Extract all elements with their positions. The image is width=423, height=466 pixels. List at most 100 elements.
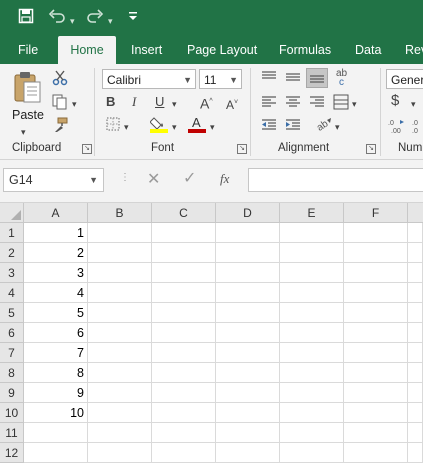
- orientation-dropdown-icon[interactable]: ▾: [335, 119, 340, 135]
- copy-dropdown-icon[interactable]: ▾: [72, 96, 77, 112]
- grid-cell[interactable]: [280, 343, 344, 363]
- row-header[interactable]: 3: [0, 263, 24, 283]
- grid-cell[interactable]: [216, 243, 280, 263]
- grid-cell[interactable]: [88, 323, 152, 343]
- grid-cell[interactable]: [88, 423, 152, 443]
- column-header[interactable]: F: [344, 203, 408, 223]
- grid-cell[interactable]: [408, 323, 423, 343]
- increase-decimal-icon[interactable]: .0.00: [388, 118, 408, 138]
- grid-cell[interactable]: [152, 403, 216, 423]
- row-header[interactable]: 8: [0, 363, 24, 383]
- grid-cell[interactable]: [280, 443, 344, 463]
- grid-cell[interactable]: [280, 403, 344, 423]
- decrease-decimal-icon[interactable]: .0.0: [412, 118, 423, 138]
- currency-dropdown-icon[interactable]: ▾: [411, 96, 416, 112]
- paste-icon[interactable]: [12, 70, 42, 108]
- tab-home[interactable]: Home: [58, 36, 116, 64]
- grid-cell[interactable]: [344, 303, 408, 323]
- fill-color-icon[interactable]: [149, 115, 168, 137]
- grid-cell[interactable]: [152, 303, 216, 323]
- font-color-dropdown-icon[interactable]: ▾: [210, 119, 215, 135]
- grid-cell[interactable]: [216, 383, 280, 403]
- grid-cell[interactable]: [344, 363, 408, 383]
- grid-cell[interactable]: [344, 283, 408, 303]
- row-header[interactable]: 5: [0, 303, 24, 323]
- font-name-dropdown[interactable]: Calibri ▼: [102, 69, 196, 89]
- grid-cell[interactable]: 1: [24, 223, 88, 243]
- column-header[interactable]: E: [280, 203, 344, 223]
- row-header[interactable]: 11: [0, 423, 24, 443]
- font-launcher-icon[interactable]: ↘: [237, 144, 247, 154]
- grid-cell[interactable]: [152, 323, 216, 343]
- align-left-icon[interactable]: [261, 95, 277, 113]
- grid-cell[interactable]: 6: [24, 323, 88, 343]
- grid-cell[interactable]: [88, 343, 152, 363]
- chevron-down-icon[interactable]: ▼: [89, 169, 98, 191]
- grid-cell[interactable]: [408, 403, 423, 423]
- grid-cell[interactable]: [344, 323, 408, 343]
- grid-cell[interactable]: [216, 303, 280, 323]
- increase-indent-icon[interactable]: [285, 118, 301, 136]
- cancel-icon[interactable]: ✕: [147, 172, 160, 188]
- borders-dropdown-icon[interactable]: ▾: [124, 119, 129, 135]
- grid-cell[interactable]: [88, 223, 152, 243]
- fill-color-dropdown-icon[interactable]: ▾: [172, 119, 177, 135]
- format-painter-icon[interactable]: [52, 117, 68, 137]
- grid-cell[interactable]: [280, 223, 344, 243]
- cut-icon[interactable]: [52, 70, 68, 90]
- grid-cell[interactable]: [280, 243, 344, 263]
- grid-cell[interactable]: 2: [24, 243, 88, 263]
- grid-cell[interactable]: [344, 223, 408, 243]
- grid-cell[interactable]: [280, 303, 344, 323]
- grid-cell[interactable]: [408, 443, 423, 463]
- undo-dropdown-icon[interactable]: ▾: [70, 12, 75, 30]
- row-header[interactable]: 10: [0, 403, 24, 423]
- wrap-text-icon[interactable]: [333, 94, 349, 114]
- grid-cell[interactable]: [152, 263, 216, 283]
- align-center-icon[interactable]: [285, 95, 301, 113]
- grid-cell[interactable]: [24, 443, 88, 463]
- tab-insert[interactable]: Insert: [131, 36, 162, 64]
- grid-cell[interactable]: [344, 443, 408, 463]
- grid-cell[interactable]: [88, 383, 152, 403]
- underline-dropdown-icon[interactable]: ▾: [172, 96, 177, 112]
- column-header[interactable]: [408, 203, 423, 223]
- grid-cell[interactable]: [344, 243, 408, 263]
- grid-cell[interactable]: [88, 283, 152, 303]
- clipboard-launcher-icon[interactable]: ↘: [82, 144, 92, 154]
- grid-cell[interactable]: [216, 403, 280, 423]
- grid-cell[interactable]: [408, 383, 423, 403]
- grid-cell[interactable]: [24, 423, 88, 443]
- row-header[interactable]: 7: [0, 343, 24, 363]
- grid-cell[interactable]: [216, 263, 280, 283]
- column-header[interactable]: A: [24, 203, 88, 223]
- currency-button[interactable]: $: [391, 93, 399, 109]
- grid-cell[interactable]: [344, 263, 408, 283]
- text-direction-icon[interactable]: ab: [315, 116, 333, 136]
- align-right-icon[interactable]: [309, 95, 325, 113]
- enter-icon[interactable]: ✓: [183, 171, 196, 187]
- grid-cell[interactable]: [216, 343, 280, 363]
- grid-cell[interactable]: [216, 443, 280, 463]
- column-header[interactable]: B: [88, 203, 152, 223]
- row-header[interactable]: 9: [0, 383, 24, 403]
- top-align-icon[interactable]: [261, 70, 277, 88]
- grid-cell[interactable]: [88, 363, 152, 383]
- name-box[interactable]: G14 ▼: [3, 168, 104, 192]
- grid-cell[interactable]: [216, 323, 280, 343]
- grid-cell[interactable]: [280, 423, 344, 443]
- grid-cell[interactable]: [344, 383, 408, 403]
- grid-cell[interactable]: [152, 283, 216, 303]
- row-header[interactable]: 2: [0, 243, 24, 263]
- grid-cell[interactable]: [280, 383, 344, 403]
- grid-cell[interactable]: [408, 423, 423, 443]
- grid-cell[interactable]: [344, 343, 408, 363]
- grid-cell[interactable]: [88, 243, 152, 263]
- row-header[interactable]: 4: [0, 283, 24, 303]
- grid-cell[interactable]: [152, 443, 216, 463]
- grid-cell[interactable]: [88, 403, 152, 423]
- formula-input[interactable]: [248, 168, 423, 192]
- insert-function-button[interactable]: fx: [220, 171, 229, 187]
- redo-icon[interactable]: [86, 8, 104, 29]
- grid-cell[interactable]: 7: [24, 343, 88, 363]
